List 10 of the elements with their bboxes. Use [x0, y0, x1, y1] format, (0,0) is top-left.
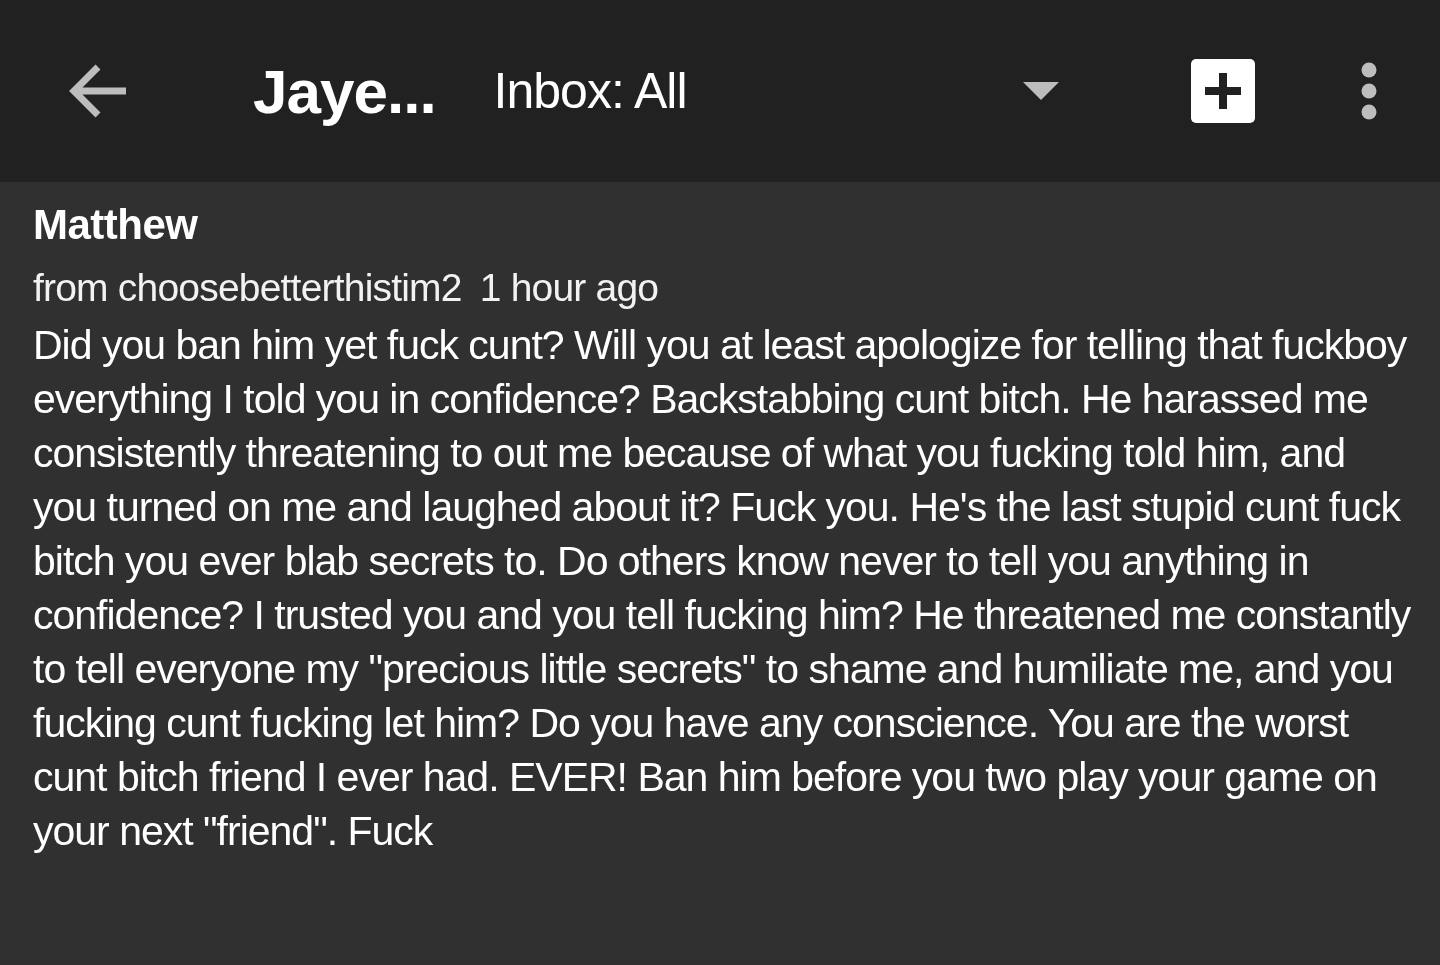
compose-plus-icon[interactable]	[1190, 59, 1255, 123]
sender-name: Matthew	[33, 200, 199, 250]
inbox-dropdown[interactable]: Inbox: All	[493, 62, 1059, 120]
caret-icon	[1022, 82, 1059, 100]
message-body: Did you ban him yet fuck cunt? Will you at least apologize for telling that fuckboy everything I told you in confidence? Backstabbing cunt bitch. He harassed me consistently threatening to out me because of what you fucking told him, and you turned on me and laughed about it? Fuck you. He's the last stupid cunt fuck bitch you ever blab secrets to. Do others know never to tell you anything in confidence? I trusted you and you tell fucking him? He threatened me constantly to tell everyone my "precious little secrets" to shame and humiliate me, and you fucking cunt fucking let him? Do you have any conscience. You are the worst cunt bitch friend I ever had. EVER! Ban him before you two play your game on your next "friend". Fuck	[33, 321, 1412, 856]
window-title: Jaye...	[253, 55, 436, 127]
menu-icon[interactable]	[1360, 62, 1377, 120]
message-time: 1 hour ago	[479, 265, 659, 311]
back-arrow-icon[interactable]	[68, 63, 128, 119]
sender-username: from choosebetterthistim2	[33, 265, 462, 311]
